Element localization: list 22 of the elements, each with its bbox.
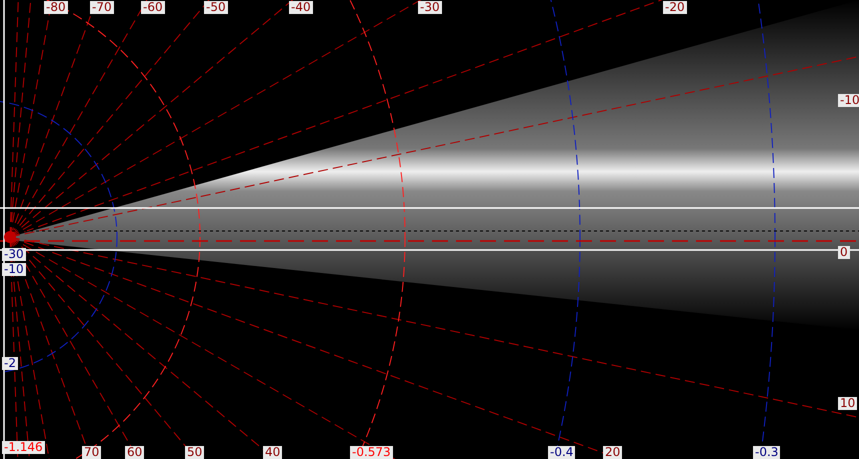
axis-label: 40	[263, 446, 282, 459]
axis-label: -40	[289, 1, 313, 14]
axis-label: 20	[603, 446, 622, 459]
axis-label: -2	[2, 357, 18, 370]
axis-label: -10	[838, 94, 859, 107]
axis-label: 50	[185, 446, 204, 459]
axis-label: -0.573	[350, 446, 393, 459]
axis-label: -80	[44, 1, 68, 14]
axis-label: -10	[2, 263, 26, 276]
axis-label: -30	[418, 1, 442, 14]
axis-label: -1.146	[2, 441, 45, 454]
axis-label: 10	[838, 397, 858, 410]
axis-label: -60	[141, 1, 165, 14]
axis-label: -0.3	[753, 446, 780, 459]
axis-label: 60	[125, 446, 144, 459]
axis-label: -70	[90, 1, 114, 14]
axis-label: 0	[838, 246, 850, 259]
axis-label: -50	[204, 1, 228, 14]
axis-label: -30	[2, 248, 26, 261]
axis-label: -20	[663, 1, 687, 14]
axis-label: -0.4	[548, 446, 576, 459]
axis-label: 70	[82, 446, 102, 459]
